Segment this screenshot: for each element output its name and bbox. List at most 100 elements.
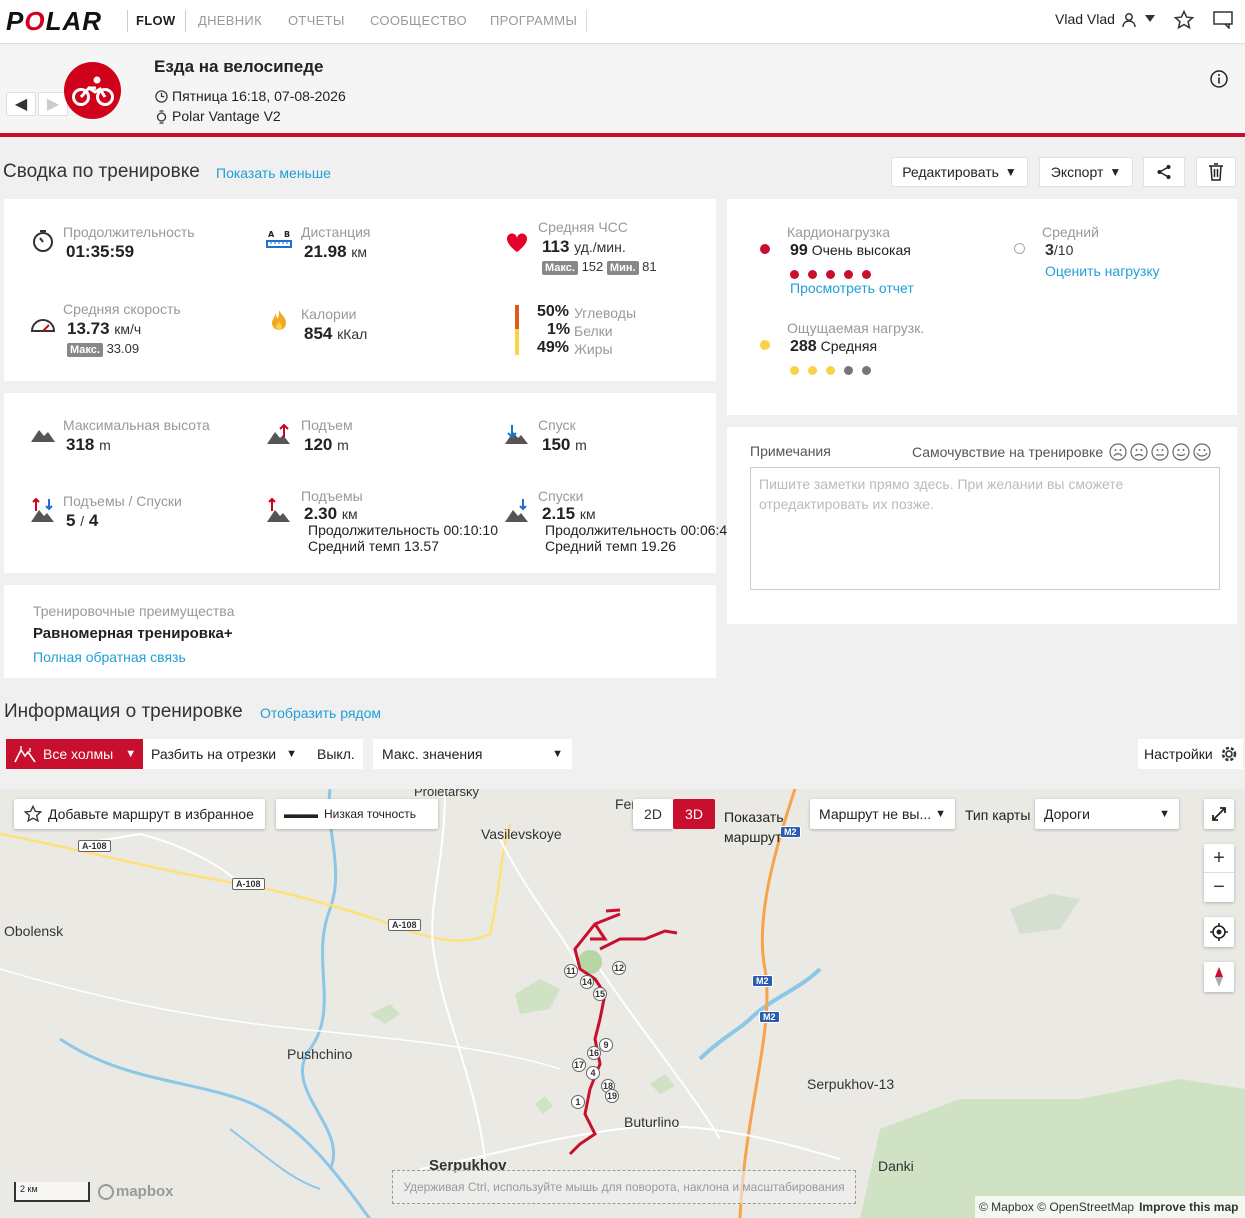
cardio-load-dot (760, 244, 770, 254)
ups-downs-icon (31, 497, 54, 522)
mapbox-logo[interactable]: mapbox (98, 1183, 174, 1200)
max-alt-value: 318 m (66, 435, 111, 455)
road-label-a108: A-108 (78, 840, 111, 852)
max-badge: Макс. (542, 261, 578, 275)
training-benefit-card: Тренировочные преимущества Равномерная т… (4, 585, 716, 678)
route-select-label: Маршрут не вы... (819, 806, 932, 822)
route-marker[interactable]: 19 (605, 1089, 619, 1103)
view-2d-button[interactable]: 2D (633, 799, 673, 829)
zoom-in-button[interactable]: + (1204, 844, 1234, 873)
m-unit: m (575, 437, 587, 453)
hr-unit: уд./мин. (574, 239, 626, 255)
nav-divider (127, 10, 128, 32)
session-device: Polar Vantage V2 (172, 108, 281, 124)
route-map[interactable]: A-108 A-108 A-108 M2 M2 M2 Proletarsky V… (0, 789, 1245, 1218)
show-route-toggle[interactable]: Показать маршрут (724, 807, 796, 847)
descent-value: 150 m (542, 435, 587, 455)
max-alt-label: Максимальная высота (63, 417, 210, 433)
gear-icon (1221, 746, 1236, 762)
locate-button[interactable] (1204, 917, 1234, 947)
top-nav: POLAR FLOW ДНЕВНИК ОТЧЕТЫ СООБЩЕСТВО ПРО… (0, 0, 1245, 44)
polar-logo[interactable]: POLAR (6, 6, 102, 37)
map-credit[interactable]: © Mapbox © OpenStreetMap (979, 1200, 1134, 1214)
export-button[interactable]: Экспорт ▼ (1039, 157, 1133, 187)
m-unit: m (99, 437, 111, 453)
route-marker[interactable]: 16 (587, 1046, 601, 1060)
svg-text:B: B (284, 230, 290, 239)
max-badge: Макс. (67, 343, 103, 357)
nav-diary[interactable]: ДНЕВНИК (198, 13, 262, 28)
route-marker[interactable]: 14 (580, 975, 594, 989)
view-report-link[interactable]: Просмотреть отчет (790, 280, 914, 296)
user-name[interactable]: Vlad Vlad (1055, 11, 1115, 27)
chevron-down-icon: ▼ (1159, 808, 1170, 820)
message-icon[interactable] (1213, 11, 1233, 29)
speed-max: Макс. 33.09 (67, 341, 139, 357)
fat-pct: 49% (537, 339, 570, 356)
crosshair-icon (1210, 923, 1228, 941)
chevron-down-icon: ▼ (552, 748, 563, 760)
route-marker[interactable]: 11 (564, 964, 578, 978)
show-less-link[interactable]: Показать меньше (216, 165, 331, 181)
rate-load-link[interactable]: Оценить нагрузку (1045, 263, 1160, 279)
map-scale: 2 км (14, 1182, 90, 1202)
route-marker[interactable]: 12 (612, 961, 626, 975)
min-badge: Мин. (606, 261, 639, 275)
place-danki: Danki (878, 1158, 914, 1174)
avg-denominator: /10 (1053, 242, 1074, 258)
improve-map-link[interactable]: Improve this map (1139, 1200, 1238, 1214)
user-icon[interactable] (1121, 12, 1137, 28)
heart-icon (506, 233, 528, 252)
edit-button[interactable]: Редактировать ▼ (891, 157, 1028, 187)
downs-number: 4 (88, 511, 99, 530)
climbs-value: 2.30 км (304, 504, 358, 524)
route-select[interactable]: Маршрут не вы... ▼ (810, 799, 955, 829)
add-favorite-route-button[interactable]: Добавьте маршрут в избранное (14, 799, 265, 829)
calories-label: Калории (301, 306, 357, 322)
feeling-faces[interactable] (1109, 442, 1215, 462)
star-icon[interactable] (1174, 10, 1194, 30)
nav-community[interactable]: СООБЩЕСТВО (370, 13, 467, 28)
full-feedback-link[interactable]: Полная обратная связь (33, 649, 186, 665)
descent-label: Спуск (538, 417, 576, 433)
fullscreen-button[interactable] (1204, 799, 1234, 829)
nav-programs[interactable]: ПРОГРАММЫ (490, 13, 577, 28)
hr-max: 152 (581, 259, 604, 274)
route-marker[interactable]: 4 (586, 1066, 600, 1080)
place-proletarsky: Proletarsky (414, 789, 480, 799)
map-type-select[interactable]: Дороги ▼ (1035, 799, 1179, 829)
place-pushchino: Pushchino (287, 1046, 353, 1062)
split-segments-select[interactable]: Разбить на отрезки ▼ Выкл. (143, 739, 363, 769)
climbs-pace: Средний темп 13.57 (308, 538, 439, 554)
add-favorite-label: Добавьте маршрут в избранное (48, 806, 254, 822)
map-canvas[interactable] (0, 789, 1245, 1218)
share-button[interactable] (1143, 157, 1185, 187)
hr-number: 113 (542, 237, 570, 256)
road-label-a108: A-108 (388, 919, 421, 931)
zoom-controls: + − (1204, 844, 1234, 902)
zoom-out-button[interactable]: − (1204, 873, 1234, 901)
view-3d-button[interactable]: 3D (673, 799, 715, 829)
chevron-down-icon[interactable] (1145, 15, 1155, 23)
all-hills-button[interactable]: Все холмы ▼ (6, 739, 143, 769)
route-marker[interactable]: 9 (599, 1038, 613, 1052)
settings-button[interactable]: Настройки (1138, 739, 1243, 769)
route-marker[interactable]: 1 (571, 1095, 585, 1109)
hr-label: Средняя ЧСС (538, 219, 628, 235)
info-icon[interactable] (1210, 70, 1228, 88)
chevron-down-icon: ▼ (125, 748, 137, 760)
ups-downs-value: 5 / 4 (66, 511, 98, 531)
flow-label[interactable]: FLOW (136, 13, 175, 28)
prev-session-button[interactable]: ◀ (6, 92, 36, 116)
nav-reports[interactable]: ОТЧЕТЫ (288, 13, 345, 28)
max-values-select[interactable]: Макс. значения ▼ (373, 739, 572, 769)
notes-textarea[interactable]: Пишите заметки прямо здесь. При желании … (750, 467, 1220, 590)
compass-button[interactable] (1204, 962, 1234, 992)
route-marker[interactable]: 15 (593, 987, 607, 1001)
next-arrow-icon: ▶ (46, 96, 60, 113)
ascent-value: 120 m (304, 435, 349, 455)
route-marker[interactable]: 17 (572, 1058, 586, 1072)
carbs-bar (515, 305, 519, 329)
show-side-by-side-link[interactable]: Отобразить рядом (260, 705, 381, 721)
delete-button[interactable] (1196, 157, 1236, 187)
